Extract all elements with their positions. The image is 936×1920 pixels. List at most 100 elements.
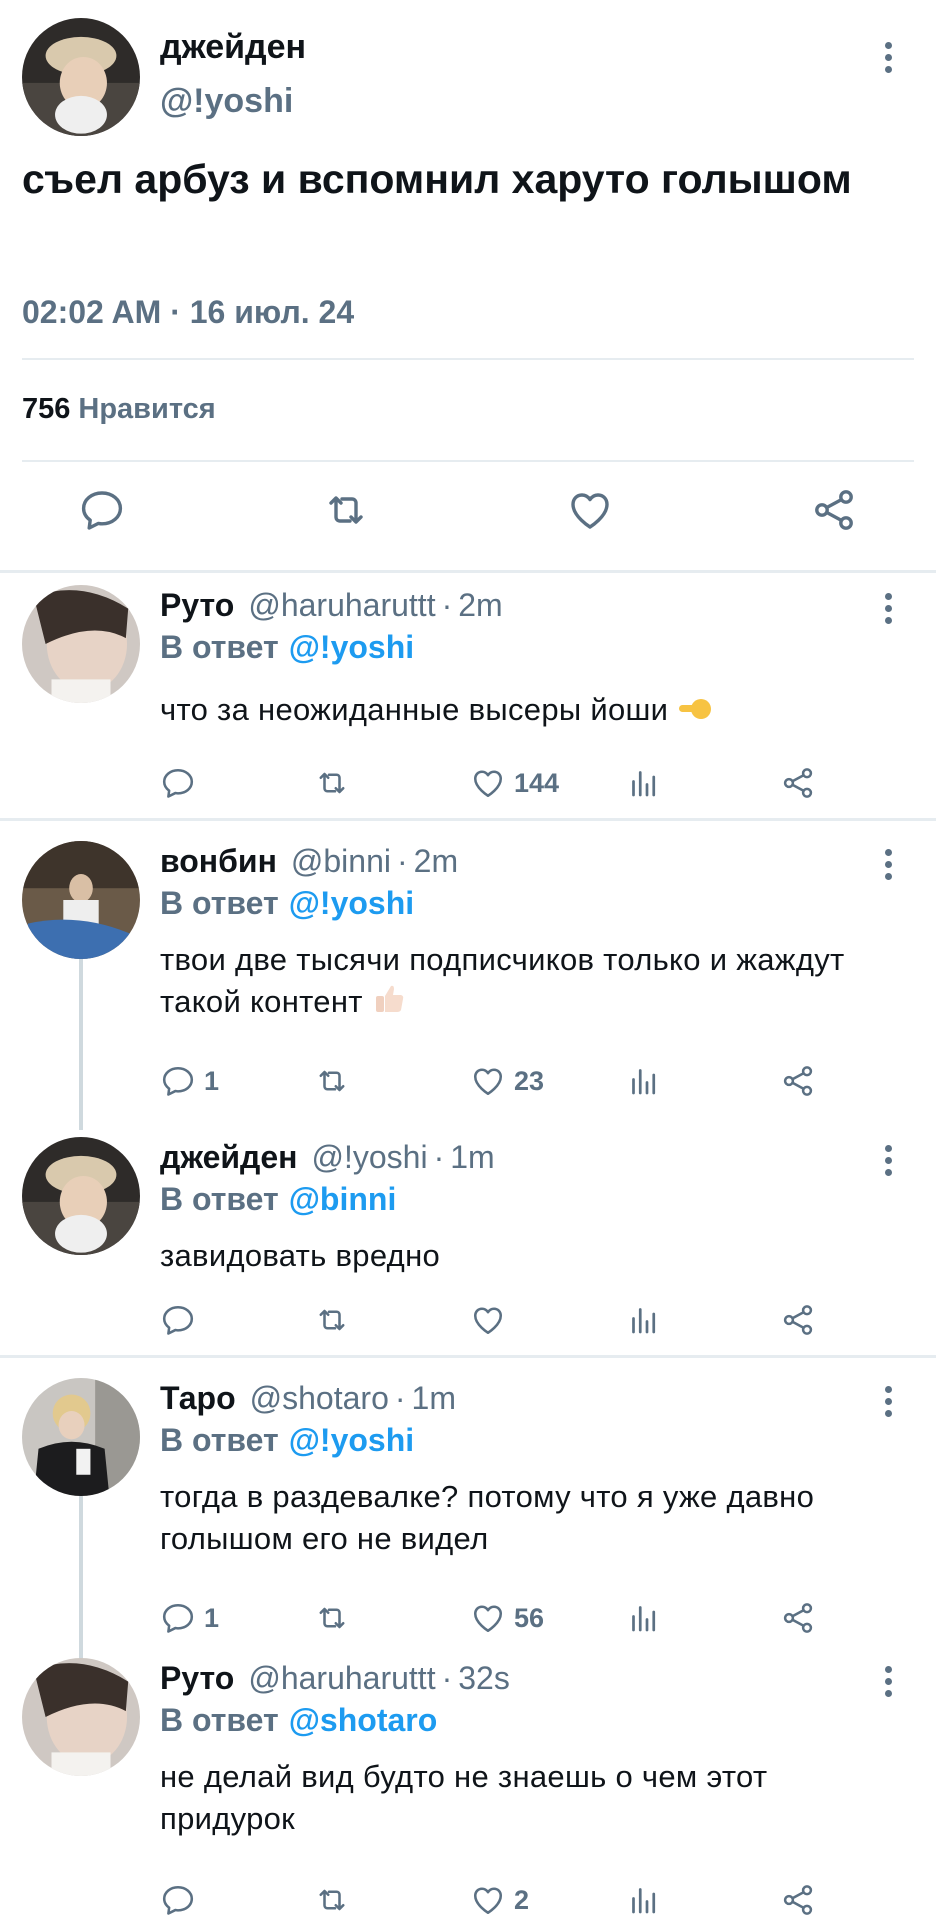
tweet-timestamp[interactable]: 02:02 AM · 16 июл. 24 bbox=[22, 294, 354, 331]
reply-header: Таро @shotaro · 1m bbox=[160, 1380, 456, 1416]
reply-time[interactable]: 1m bbox=[412, 1380, 456, 1416]
reply-button[interactable] bbox=[160, 763, 204, 803]
mention-link[interactable]: @!yoshi bbox=[289, 1422, 414, 1458]
reply-button[interactable] bbox=[160, 1300, 196, 1340]
share-button[interactable] bbox=[780, 1300, 816, 1340]
likes-summary[interactable]: 756 Нравится bbox=[22, 393, 216, 426]
reply-text: что за неожиданные высеры йоши bbox=[160, 689, 900, 735]
likes-label: Нравится bbox=[78, 393, 216, 425]
reply-text: завидовать вредно bbox=[160, 1238, 441, 1273]
reply-button[interactable] bbox=[160, 1880, 196, 1920]
share-button[interactable] bbox=[780, 1880, 816, 1920]
retweet-button[interactable] bbox=[314, 1598, 350, 1638]
reply-actions: 2 bbox=[0, 1880, 936, 1920]
share-button[interactable] bbox=[780, 1598, 816, 1638]
like-icon bbox=[470, 1600, 506, 1636]
like-button[interactable] bbox=[470, 1300, 506, 1340]
reply-tweet[interactable]: Руто @haruharuttt · 2m В ответ @!yoshi что з… bbox=[0, 573, 936, 818]
analytics-icon bbox=[626, 765, 662, 801]
author-name[interactable]: Таро bbox=[160, 1380, 236, 1416]
reply-time[interactable]: 2m bbox=[458, 587, 502, 623]
mention-link[interactable]: @!yoshi bbox=[289, 629, 414, 665]
like-button[interactable]: 23 bbox=[470, 1061, 544, 1101]
more-icon[interactable] bbox=[878, 1145, 898, 1176]
reply-actions: 1 56 bbox=[0, 1598, 936, 1638]
author-handle[interactable]: @!yoshi bbox=[160, 82, 293, 121]
retweet-button[interactable] bbox=[314, 1880, 350, 1920]
author-handle[interactable]: @!yoshi bbox=[311, 1139, 427, 1175]
avatar[interactable] bbox=[22, 841, 140, 959]
reply-button[interactable]: 1 bbox=[160, 1598, 219, 1638]
like-button[interactable]: 56 bbox=[470, 1598, 544, 1638]
more-icon[interactable] bbox=[878, 42, 898, 73]
analytics-icon bbox=[626, 1882, 662, 1918]
reply-tweet[interactable]: вонбин @binni · 2m В ответ @!yoshi твои две … bbox=[0, 821, 936, 1117]
reply-icon bbox=[160, 765, 196, 801]
reply-count: 1 bbox=[204, 1065, 220, 1096]
retweet-icon[interactable] bbox=[322, 486, 370, 534]
reply-header: Руто @haruharuttt · 2m bbox=[160, 587, 503, 623]
more-icon[interactable] bbox=[878, 849, 898, 880]
more-icon[interactable] bbox=[878, 1666, 898, 1697]
retweet-button[interactable] bbox=[314, 763, 350, 803]
in-reply-to: В ответ @!yoshi bbox=[160, 629, 415, 665]
analytics-button[interactable] bbox=[626, 1880, 662, 1920]
more-icon[interactable] bbox=[878, 593, 898, 624]
reply-header: Руто @haruharuttt · 32s bbox=[160, 1660, 510, 1696]
like-icon[interactable] bbox=[566, 486, 614, 534]
reply-tweet[interactable]: Руто @haruharuttt · 32s В ответ @shotaro не … bbox=[0, 1654, 936, 1920]
reply-time[interactable]: 32s bbox=[458, 1660, 510, 1696]
share-icon[interactable] bbox=[810, 486, 858, 534]
reply-tweet[interactable]: Таро @shotaro · 1m В ответ @!yoshi тогда в р… bbox=[0, 1358, 936, 1654]
author-handle[interactable]: @haruharuttt bbox=[248, 587, 435, 623]
like-icon bbox=[470, 1063, 506, 1099]
like-button[interactable]: 144 bbox=[470, 763, 559, 803]
author-name[interactable]: джейден bbox=[160, 28, 306, 67]
in-reply-to: В ответ @shotaro bbox=[160, 1702, 438, 1738]
like-icon bbox=[470, 765, 506, 801]
reply-actions: 1 23 bbox=[0, 1061, 936, 1101]
reply-icon[interactable] bbox=[78, 486, 126, 534]
analytics-button[interactable] bbox=[626, 1061, 662, 1101]
mention-link[interactable]: @!yoshi bbox=[289, 885, 414, 921]
retweet-icon bbox=[314, 1882, 350, 1918]
reply-text: тогда в раздевалке? потому что я уже дав… bbox=[160, 1479, 815, 1556]
avatar[interactable] bbox=[22, 585, 140, 703]
avatar[interactable] bbox=[22, 1137, 140, 1255]
author-handle[interactable]: @shotaro bbox=[250, 1380, 389, 1416]
reply-icon bbox=[160, 1302, 196, 1338]
analytics-button[interactable] bbox=[626, 763, 662, 803]
author-name[interactable]: Руто bbox=[160, 587, 234, 623]
retweet-icon bbox=[314, 765, 350, 801]
reply-icon bbox=[160, 1882, 196, 1918]
avatar[interactable] bbox=[22, 1378, 140, 1496]
reply-tweet[interactable]: джейден @!yoshi · 1m В ответ @binni завидова… bbox=[0, 1117, 936, 1355]
in-reply-to: В ответ @!yoshi bbox=[160, 885, 415, 921]
like-icon bbox=[470, 1302, 506, 1338]
reply-button[interactable]: 1 bbox=[160, 1061, 219, 1101]
reply-header: вонбин @binni · 2m bbox=[160, 843, 459, 879]
author-name[interactable]: джейден bbox=[160, 1139, 297, 1175]
avatar[interactable] bbox=[22, 1658, 140, 1776]
share-icon bbox=[780, 1302, 816, 1338]
author-name[interactable]: Руто bbox=[160, 1660, 234, 1696]
more-icon[interactable] bbox=[878, 1386, 898, 1417]
avatar[interactable] bbox=[22, 18, 140, 136]
reply-time[interactable]: 1m bbox=[450, 1139, 494, 1175]
share-button[interactable] bbox=[780, 1061, 816, 1101]
mention-link[interactable]: @shotaro bbox=[289, 1702, 438, 1738]
divider bbox=[22, 358, 914, 360]
analytics-button[interactable] bbox=[626, 1300, 662, 1340]
retweet-button[interactable] bbox=[314, 1061, 350, 1101]
analytics-button[interactable] bbox=[626, 1598, 662, 1638]
reply-time[interactable]: 2m bbox=[414, 843, 458, 879]
analytics-icon bbox=[626, 1302, 662, 1338]
share-button[interactable] bbox=[780, 763, 816, 803]
mention-link[interactable]: @binni bbox=[289, 1181, 397, 1217]
author-handle[interactable]: @haruharuttt bbox=[248, 1660, 435, 1696]
retweet-button[interactable] bbox=[314, 1300, 350, 1340]
author-handle[interactable]: @binni bbox=[291, 843, 391, 879]
reply-header: джейден @!yoshi · 1m bbox=[160, 1139, 495, 1175]
like-button[interactable]: 2 bbox=[470, 1880, 529, 1920]
author-name[interactable]: вонбин bbox=[160, 843, 277, 879]
